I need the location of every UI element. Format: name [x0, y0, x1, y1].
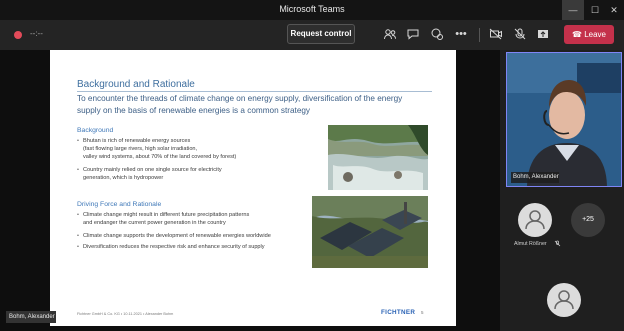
participant-avatar[interactable]: [518, 203, 552, 237]
bullet-item: • Diversification reduces the respective…: [77, 243, 317, 251]
bullet-text: Diversification reduces the respective r…: [83, 244, 265, 250]
mic-off-icon-glyph: [514, 28, 526, 40]
bullet-dot: •: [77, 244, 79, 250]
bullet-text: Bhutan is rich of renewable energy sourc…: [83, 138, 237, 160]
share-screen-icon-glyph: [538, 30, 548, 38]
bullet-dot: •: [77, 167, 79, 173]
reactions-icon[interactable]: [430, 27, 444, 41]
toolbar-divider: [479, 28, 480, 42]
self-view-name-tag: Bohm, Alexander: [6, 311, 56, 323]
window-title: Microsoft Teams: [279, 4, 345, 14]
more-participants-badge[interactable]: +25: [571, 203, 605, 237]
bullet-text: Climate change might result in different…: [83, 212, 250, 226]
leave-button[interactable]: ☎ Leave: [564, 25, 614, 44]
solar-panels-photo: [312, 196, 428, 268]
meeting-timer: --:--: [30, 29, 43, 38]
fichtner-logo: FICHTNER: [381, 309, 416, 316]
bullet-item: • Country mainly relied on one single so…: [77, 166, 327, 182]
mic-off-icon[interactable]: [513, 27, 527, 41]
participants-icon-glyph: [384, 29, 396, 40]
slide-page-number: 5: [421, 310, 424, 315]
bullet-dot: •: [77, 212, 79, 218]
bullet-text: Climate change supports the development …: [83, 233, 271, 239]
more-options-icon[interactable]: •••: [454, 27, 468, 41]
participants-icon[interactable]: [383, 27, 397, 41]
solar-panels-photo-drawing: [312, 196, 428, 268]
camera-off-icon[interactable]: [489, 27, 503, 41]
maximize-button[interactable]: ☐: [584, 0, 606, 20]
leave-label: Leave: [584, 30, 606, 39]
shared-screen-stage: Background and Rationale To encounter th…: [0, 50, 500, 331]
presenter-video-feed: [507, 53, 621, 186]
request-control-button[interactable]: Request control: [287, 24, 355, 44]
mic-off-small-glyph: [554, 240, 561, 247]
slide-footer: Fichtner GmbH & Co. KG • 10.11.2021 • Al…: [77, 312, 174, 316]
presenter-video-tile[interactable]: Bohm, Alexander: [506, 52, 622, 187]
chat-icon-glyph: [407, 29, 419, 40]
slide-lead-text: To encounter the threads of climate chan…: [77, 94, 403, 115]
river-photo: [328, 125, 428, 190]
section-title-driving-force: Driving Force and Rationale: [77, 201, 162, 208]
bullet-dot: •: [77, 138, 79, 144]
section-title-background: Background: [77, 127, 114, 134]
slide-heading-rule: [77, 91, 432, 92]
bullet-item: • Climate change might result in differe…: [77, 211, 317, 227]
person-icon: [554, 290, 574, 310]
bullet-dot: •: [77, 233, 79, 239]
participant-name: Almut Rößner: [514, 241, 547, 247]
bullet-text: Country mainly relied on one single sour…: [83, 167, 222, 181]
self-avatar[interactable]: [547, 283, 581, 317]
presentation-slide: Background and Rationale To encounter th…: [50, 50, 456, 326]
chat-icon[interactable]: [406, 27, 420, 41]
slide-heading: Background and Rationale: [77, 79, 195, 90]
person-icon: [525, 210, 545, 230]
close-button[interactable]: ✕: [604, 0, 624, 20]
camera-off-icon-glyph: [489, 28, 502, 40]
reactions-icon-glyph: [431, 28, 443, 40]
participant-mic-off-icon: [554, 240, 561, 249]
presenter-name-tag: Bohm, Alexander: [511, 172, 559, 183]
teams-window: Microsoft Teams — ☐ ✕ --:-- Request cont…: [0, 0, 624, 331]
river-photo-drawing: [328, 125, 428, 190]
title-bar: Microsoft Teams — ☐ ✕: [0, 0, 624, 20]
share-screen-icon[interactable]: [536, 27, 550, 41]
meeting-toolbar: --:-- Request control ••• ☎ Leave: [0, 20, 624, 50]
recording-indicator-icon: [14, 31, 22, 39]
bullet-item: • Bhutan is rich of renewable energy sou…: [77, 137, 327, 161]
bullet-item: • Climate change supports the developmen…: [77, 232, 317, 240]
phone-icon: ☎: [572, 30, 585, 39]
minimize-button[interactable]: —: [562, 0, 584, 20]
